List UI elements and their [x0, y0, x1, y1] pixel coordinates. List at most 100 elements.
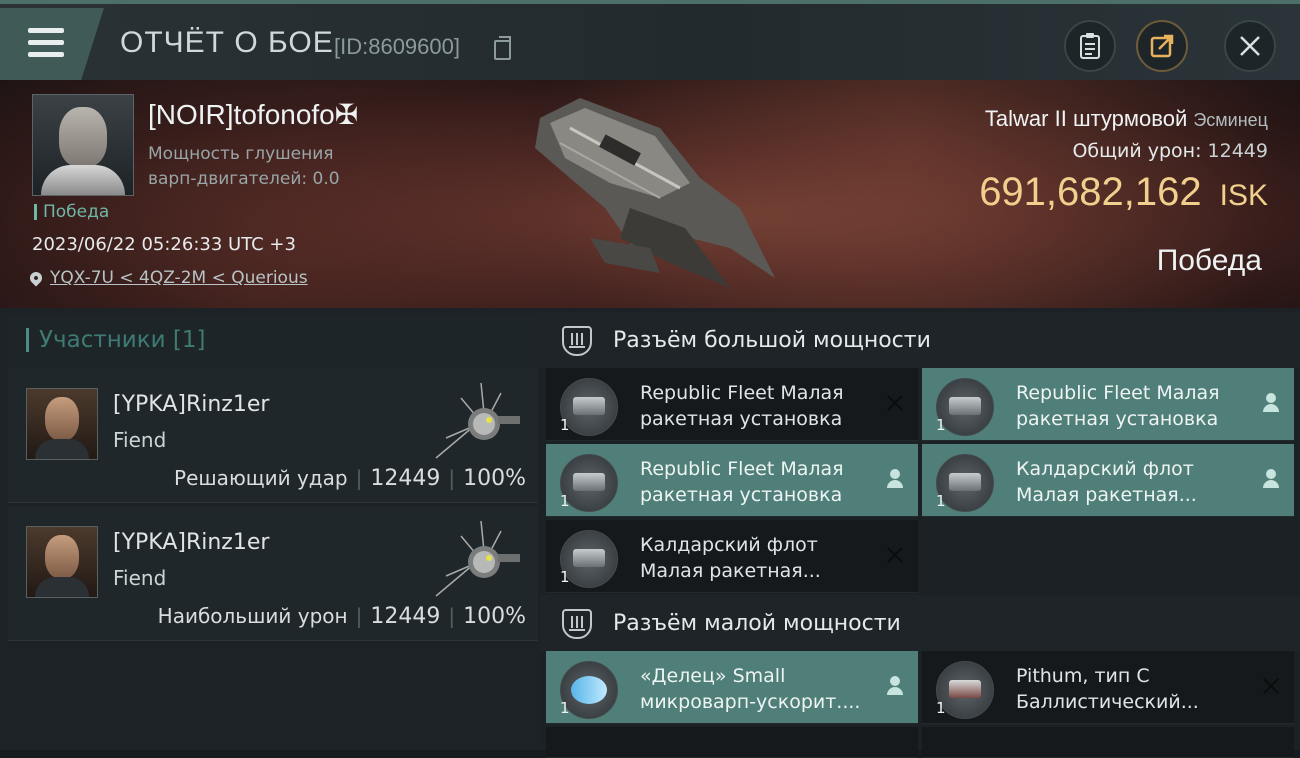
- dropped-icon: [884, 468, 906, 490]
- item-name-line1: «Делец» Small: [640, 665, 786, 687]
- participants-panel: Участники [1] [YPKA]Rinz1er Fiend Решающ…: [0, 308, 540, 750]
- location-link[interactable]: YQX-7U < 4QZ-2M < Querious: [50, 268, 308, 288]
- participant-role: Наибольший урон: [157, 604, 348, 628]
- victory-tag: Победа: [34, 204, 109, 221]
- item-name-line1: Калдарский флот: [640, 534, 818, 556]
- warp-scramble-label: Мощность глушения: [148, 144, 334, 164]
- report-id: [ID:8609600]: [334, 34, 460, 59]
- participant-damage: 12449: [370, 466, 441, 491]
- low-slot-header: Разъём малой мощности: [540, 595, 1300, 651]
- participant-ship: Fiend: [113, 428, 167, 452]
- item-quantity: 1: [936, 699, 946, 717]
- low-slot-label: Разъём малой мощности: [613, 611, 901, 636]
- fitting-item-partial[interactable]: [922, 727, 1294, 758]
- menu-button[interactable]: [0, 8, 104, 80]
- menu-icon-bar: [28, 40, 64, 45]
- item-name-line1: Republic Fleet Малая: [640, 382, 844, 404]
- item-quantity: 1: [560, 568, 570, 586]
- location-pin-icon: [27, 269, 45, 287]
- destroyed-icon: [884, 392, 906, 414]
- destroyed-icon: [884, 544, 906, 566]
- menu-icon: [28, 28, 64, 33]
- participants-header[interactable]: Участники [1]: [8, 314, 540, 368]
- participant-percent: 100%: [463, 466, 526, 491]
- portrait-body: [41, 165, 125, 195]
- item-name-line2: микроварп-ускорит....: [640, 691, 861, 713]
- item-name-line2: Малая ракетная...: [640, 560, 821, 582]
- item-quantity: 1: [560, 699, 570, 717]
- total-damage-value: 12449: [1207, 140, 1268, 162]
- participant-stats: Решающий удар | 12449 | 100%: [174, 466, 526, 491]
- fitting-item[interactable]: 1 Калдарский флот Малая ракетная...: [546, 520, 918, 593]
- participant-avatar[interactable]: [26, 388, 98, 460]
- dropped-icon: [1260, 392, 1282, 414]
- share-icon: [1150, 34, 1174, 58]
- participant-ship: Fiend: [113, 566, 167, 590]
- ship-render: [535, 98, 775, 288]
- victim-name[interactable]: [NOIR]tofonofo✠: [148, 98, 358, 131]
- item-name-line2: Баллистический...: [1016, 691, 1199, 713]
- fitting-item[interactable]: 1 Republic Fleet Малая ракетная установка: [546, 368, 918, 441]
- fitting-item[interactable]: 1 Republic Fleet Малая ракетная установка: [546, 444, 918, 517]
- victim-portrait[interactable]: [32, 94, 134, 196]
- high-slot-label: Разъём большой мощности: [613, 328, 931, 353]
- total-damage-label: Общий урон:: [1072, 140, 1202, 162]
- ship-class: Эсминец: [1193, 110, 1268, 130]
- high-slot-header: Разъём большой мощности: [540, 312, 1300, 368]
- participant-stats: Наибольший урон | 12449 | 100%: [157, 604, 526, 629]
- share-button[interactable]: [1136, 20, 1188, 72]
- close-icon: [1240, 36, 1260, 56]
- item-name-line2: ракетная установка: [1016, 408, 1219, 430]
- item-name: Republic Fleet Малая ракетная установка: [640, 456, 870, 508]
- copy-icon[interactable]: [494, 36, 511, 60]
- ship-name-text: Talwar II штурмовой: [984, 106, 1188, 131]
- item-quantity: 1: [936, 492, 946, 510]
- fitting-item[interactable]: 1 Republic Fleet Малая ракетная установка: [922, 368, 1294, 441]
- item-name: «Делец» Small микроварп-ускорит....: [640, 663, 870, 715]
- high-slot-icon: [562, 326, 592, 356]
- fitting-item-partial[interactable]: [546, 727, 918, 758]
- item-quantity: 1: [560, 416, 570, 434]
- fiend-ship-icon: [435, 520, 520, 597]
- fitting-item[interactable]: 1 «Делец» Small микроварп-ускорит....: [546, 651, 918, 724]
- isk-value: 691,682,162 ISK: [979, 170, 1268, 215]
- item-name-line1: Калдарский флот: [1016, 458, 1194, 480]
- close-button[interactable]: [1224, 20, 1276, 72]
- item-name: Калдарский флот Малая ракетная...: [640, 532, 870, 584]
- fiend-ship-icon: [435, 382, 520, 459]
- low-slot-icon: [562, 609, 592, 639]
- clipboard-button[interactable]: [1064, 20, 1116, 72]
- participant-avatar[interactable]: [26, 526, 98, 598]
- portrait-face: [59, 107, 107, 167]
- kill-summary: [NOIR]tofonofo✠ Мощность глушения варп-д…: [0, 80, 1300, 308]
- participant-card[interactable]: [YPKA]Rinz1er Fiend Наибольший урон | 1244…: [8, 506, 538, 641]
- participants-label: Участники [1]: [26, 328, 205, 352]
- item-name-line1: Republic Fleet Малая: [1016, 382, 1220, 404]
- victim-ship-name[interactable]: Talwar II штурмовой Эсминец: [985, 106, 1268, 132]
- warp-scramble-value: варп-двигателей: 0.0: [148, 169, 340, 189]
- item-name-line1: Pithum, тип C: [1016, 665, 1150, 687]
- clipboard-icon: [1080, 33, 1100, 59]
- fitting-panel: Разъём большой мощности 1 Republic Fleet…: [540, 308, 1300, 758]
- item-name-line2: Малая ракетная...: [1016, 484, 1197, 506]
- isk-amount: 691,682,162: [979, 170, 1202, 214]
- battle-result: Победа: [1156, 244, 1262, 277]
- item-name: Republic Fleet Малая ракетная установка: [640, 380, 870, 432]
- kill-location[interactable]: YQX-7U < 4QZ-2M < Querious: [27, 268, 308, 288]
- total-damage: Общий урон: 12449: [1072, 140, 1268, 162]
- item-quantity: 1: [936, 416, 946, 434]
- kill-datetime: 2023/06/22 05:26:33 UTC +3: [32, 234, 296, 255]
- page-title: ОТЧЁТ О БОЕ: [120, 26, 334, 59]
- fitting-item[interactable]: 1 Pithum, тип C Баллистический...: [922, 651, 1294, 724]
- item-quantity: 1: [560, 492, 570, 510]
- dropped-icon: [1260, 468, 1282, 490]
- participant-card[interactable]: [YPKA]Rinz1er Fiend Решающий удар | 12449 |…: [8, 368, 538, 503]
- menu-icon-bar: [28, 52, 64, 57]
- participant-name[interactable]: [YPKA]Rinz1er: [113, 530, 269, 555]
- participant-role: Решающий удар: [174, 466, 348, 490]
- participant-name[interactable]: [YPKA]Rinz1er: [113, 392, 269, 417]
- item-name: Republic Fleet Малая ракетная установка: [1016, 380, 1246, 432]
- item-name-line1: Republic Fleet Малая: [640, 458, 844, 480]
- fitting-item[interactable]: 1 Калдарский флот Малая ракетная...: [922, 444, 1294, 517]
- item-name-line2: ракетная установка: [640, 408, 843, 430]
